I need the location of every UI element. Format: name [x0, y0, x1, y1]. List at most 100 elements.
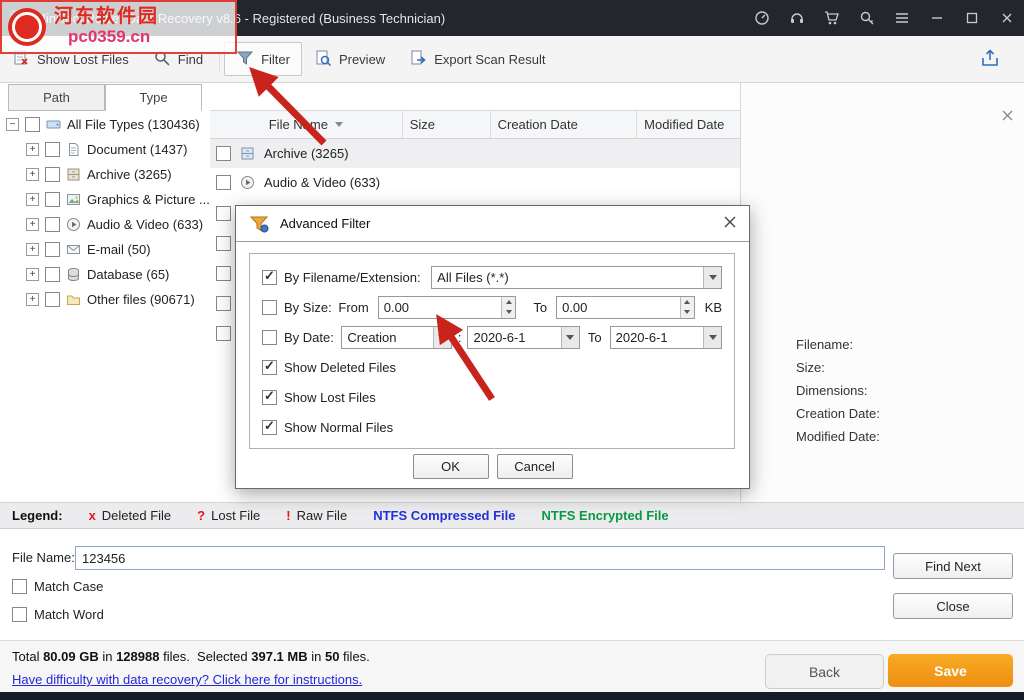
expand-icon[interactable] [26, 168, 39, 181]
share-button[interactable] [968, 42, 1012, 76]
spinner-icon[interactable] [501, 297, 515, 318]
filename-filter-select[interactable]: All Files (*.*) [431, 266, 722, 289]
size-from-label: From [338, 300, 368, 315]
cart-icon[interactable] [814, 0, 849, 36]
collapse-icon[interactable] [6, 118, 19, 131]
date-to-label: To [588, 330, 602, 345]
media-icon [240, 175, 255, 190]
checkbox[interactable] [45, 142, 60, 157]
file-row-archive[interactable]: Archive (3265) [210, 139, 740, 168]
back-button[interactable]: Back [765, 654, 884, 689]
by-size-checkbox[interactable] [262, 300, 277, 315]
show-normal-row[interactable]: Show Normal Files [262, 415, 722, 439]
tree-item-database[interactable]: Database (65) [0, 262, 210, 287]
column-file-name[interactable]: File Name [210, 111, 403, 138]
column-modified-date[interactable]: Modified Date [637, 111, 740, 138]
expand-icon[interactable] [26, 218, 39, 231]
checkbox[interactable] [45, 167, 60, 182]
export-scan-result-button[interactable]: Export Scan Result [397, 42, 557, 76]
date-from-select[interactable]: 2020-6-1 [467, 326, 579, 349]
chevron-down-icon[interactable] [703, 267, 721, 288]
by-date-checkbox[interactable] [262, 330, 277, 345]
share-icon [980, 48, 1000, 71]
tree-item-audio-video[interactable]: Audio & Video (633) [0, 212, 210, 237]
tree-item-archive[interactable]: Archive (3265) [0, 162, 210, 187]
tree-item-all-file-types[interactable]: All File Types (130436) [0, 112, 210, 137]
preview-creation-date-label: Creation Date: [796, 406, 880, 421]
speedometer-icon[interactable] [744, 0, 779, 36]
match-word-option[interactable]: Match Word [12, 607, 104, 622]
show-deleted-row[interactable]: Show Deleted Files [262, 355, 722, 379]
row-checkbox[interactable] [216, 266, 231, 281]
show-lost-checkbox[interactable] [262, 390, 277, 405]
license-key-icon[interactable] [849, 0, 884, 36]
checkbox[interactable] [45, 242, 60, 257]
tab-type[interactable]: Type [105, 84, 202, 111]
size-from-value: 0.00 [384, 300, 409, 315]
save-button[interactable]: Save [888, 654, 1013, 687]
checkbox[interactable] [45, 217, 60, 232]
row-checkbox[interactable] [216, 236, 231, 251]
date-type-select[interactable]: Creation [341, 326, 451, 349]
cancel-button[interactable]: Cancel [497, 454, 573, 479]
find-close-button[interactable]: Close [893, 593, 1013, 619]
checkbox[interactable] [25, 117, 40, 132]
expand-icon[interactable] [26, 243, 39, 256]
preview-close-icon[interactable] [1002, 110, 1013, 121]
checkbox[interactable] [45, 267, 60, 282]
row-checkbox[interactable] [216, 175, 231, 190]
column-creation-date[interactable]: Creation Date [491, 111, 638, 138]
show-normal-label: Show Normal Files [284, 420, 393, 435]
row-checkbox[interactable] [216, 146, 231, 161]
chevron-down-icon[interactable] [433, 327, 451, 348]
application-window: MiniTool Power Data Recovery v8.6 - Regi… [0, 0, 1024, 700]
expand-icon[interactable] [26, 268, 39, 281]
tree-item-document[interactable]: Document (1437) [0, 137, 210, 162]
spinner-icon[interactable] [680, 297, 694, 318]
file-name-input[interactable] [75, 546, 885, 570]
deleted-label: Deleted File [102, 508, 171, 523]
match-word-checkbox[interactable] [12, 607, 27, 622]
find-next-button[interactable]: Find Next [893, 553, 1013, 579]
match-case-option[interactable]: Match Case [12, 579, 103, 594]
show-normal-checkbox[interactable] [262, 420, 277, 435]
by-filename-row: By Filename/Extension: All Files (*.*) [262, 265, 722, 289]
close-button[interactable] [989, 0, 1024, 36]
by-filename-checkbox[interactable] [262, 270, 277, 285]
row-checkbox[interactable] [216, 296, 231, 311]
help-link[interactable]: Have difficulty with data recovery? Clic… [12, 672, 362, 687]
row-checkbox[interactable] [216, 206, 231, 221]
chevron-down-icon[interactable] [561, 327, 579, 348]
row-checkbox[interactable] [216, 326, 231, 341]
tree-item-label: E-mail (50) [87, 242, 151, 257]
tab-path[interactable]: Path [8, 84, 105, 111]
tree-item-graphics[interactable]: Graphics & Picture ... [0, 187, 210, 212]
date-to-select[interactable]: 2020-6-1 [610, 326, 722, 349]
expand-icon[interactable] [26, 293, 39, 306]
show-deleted-checkbox[interactable] [262, 360, 277, 375]
preview-button[interactable]: Preview [302, 42, 397, 76]
tree-item-email[interactable]: E-mail (50) [0, 237, 210, 262]
lost-mark: ? [197, 508, 205, 523]
size-to-input[interactable]: 0.00 [556, 296, 695, 319]
chevron-down-icon[interactable] [703, 327, 721, 348]
checkbox[interactable] [45, 292, 60, 307]
show-lost-row[interactable]: Show Lost Files [262, 385, 722, 409]
expand-icon[interactable] [26, 143, 39, 156]
expand-icon[interactable] [26, 193, 39, 206]
minimize-button[interactable] [919, 0, 954, 36]
column-size[interactable]: Size [403, 111, 491, 138]
size-from-input[interactable]: 0.00 [378, 296, 517, 319]
checkbox[interactable] [45, 192, 60, 207]
match-case-checkbox[interactable] [12, 579, 27, 594]
tree-item-label: All File Types (130436) [67, 117, 200, 132]
preview-label: Preview [339, 52, 385, 67]
file-row-audio-video[interactable]: Audio & Video (633) [210, 168, 740, 197]
menu-icon[interactable] [884, 0, 919, 36]
tree-item-other-files[interactable]: Other files (90671) [0, 287, 210, 312]
ok-button[interactable]: OK [413, 454, 489, 479]
headset-support-icon[interactable] [779, 0, 814, 36]
dialog-close-icon[interactable] [723, 215, 737, 229]
maximize-button[interactable] [954, 0, 989, 36]
tree-item-label: Other files (90671) [87, 292, 195, 307]
